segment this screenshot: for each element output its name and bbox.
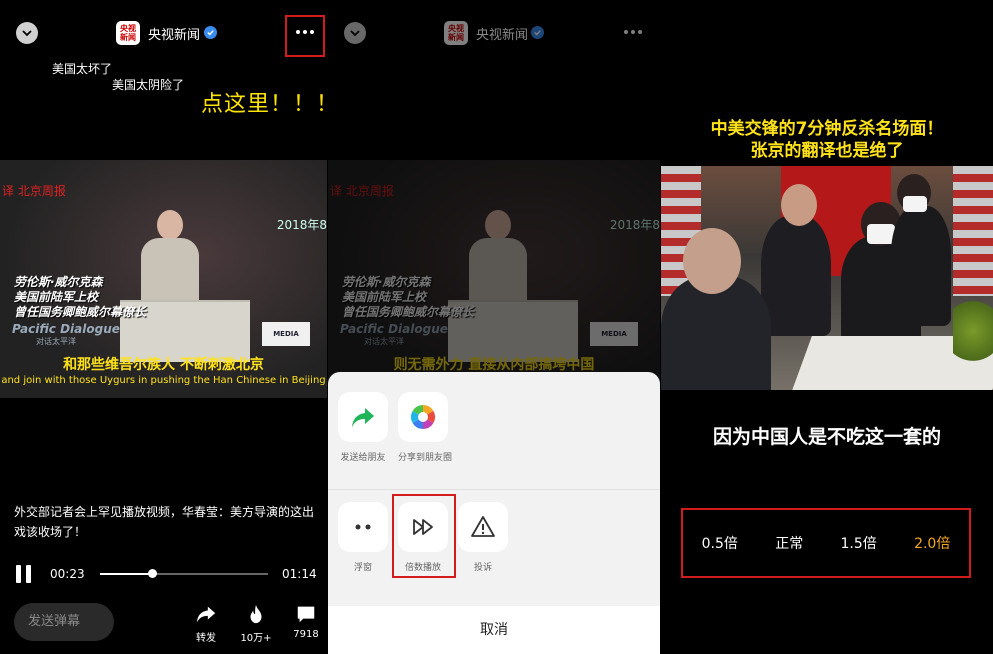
pacific-dialogue-cn: 对话太平洋 <box>364 337 404 346</box>
video-source-tag: 译 北京周报 <box>2 184 66 198</box>
like-button[interactable]: 10万+ <box>236 603 276 644</box>
person-figure <box>761 216 831 336</box>
video-subtitle: 因为中国人是不吃这一套的 <box>712 426 941 448</box>
subtitle-chinese: 则无需外力 直接从内部搞垮中国 <box>393 357 595 373</box>
channel-name[interactable]: 央视新闻 <box>148 24 200 43</box>
progress-fill <box>100 573 153 575</box>
report-label: 投诉 <box>473 563 492 573</box>
verified-badge-icon <box>531 26 544 39</box>
current-time: 00:23 <box>50 567 85 581</box>
video-date-overlay: 2018年8 <box>609 218 660 232</box>
share-to-moments-label: 分享到朋友圈 <box>398 453 453 463</box>
video-frame[interactable] <box>661 166 993 390</box>
forward-label: 转发 <box>196 633 216 644</box>
like-count: 10万+ <box>240 633 272 644</box>
cancel-button[interactable]: 取消 <box>328 606 660 654</box>
forward-button[interactable]: 转发 <box>186 603 226 644</box>
share-to-moments-button[interactable]: 分享到朋友圈 <box>398 392 453 463</box>
sheet-divider <box>328 489 660 490</box>
danmu-comment: 美国太坏了 <box>52 62 113 76</box>
chevron-down-icon <box>22 30 32 37</box>
share-green-arrow-icon <box>352 408 374 427</box>
video-title-line: 张京的翻译也是绝了 <box>750 141 904 161</box>
pause-icon <box>16 565 21 583</box>
total-time: 01:14 <box>282 567 317 581</box>
video-description: 外交部记者会上罕见播放视频，华春莹：美方导演的这出戏该收场了！ <box>14 505 315 539</box>
person-figure <box>891 206 951 326</box>
chevron-down-icon <box>350 30 360 37</box>
highlight-box-speed <box>392 494 456 578</box>
moments-icon <box>410 405 436 429</box>
report-button[interactable]: 投诉 <box>458 502 508 573</box>
progress-knob[interactable] <box>148 569 158 578</box>
video-frame[interactable]: 译 北京周报 2018年8 MEDIA Pacific Dialogue 对话太… <box>0 160 327 398</box>
media-sign: MEDIA <box>590 322 638 346</box>
send-to-friend-button[interactable]: 发送给朋友 <box>338 392 388 463</box>
share-arrow-icon <box>196 606 216 623</box>
video-frame: 译 北京周报 2018年8 MEDIA Pacific Dialogue 对话太… <box>328 160 660 398</box>
collapse-chevron-button[interactable] <box>16 22 38 44</box>
bio-caption-line: 曾任国务卿鲍威尔幕僚长 <box>14 305 147 319</box>
share-sheet-panel: 央视 新闻 央视新闻 译 北京周报 2018年8 MEDIA Pacific D… <box>328 0 660 654</box>
video-date-overlay: 2018年8 <box>276 218 327 232</box>
float-window-button[interactable]: 浮窗 <box>338 502 388 573</box>
subtitle-chinese: 和那些维吾尔族人 不断刺激北京 <box>63 357 264 373</box>
click-here-callout: 点这里！！！ <box>201 92 327 117</box>
comment-icon <box>297 606 315 623</box>
plant <box>953 286 993 376</box>
comment-count: 7918 <box>293 629 319 640</box>
channel-name[interactable]: 央视新闻 <box>476 24 528 43</box>
bio-caption-line: 曾任国务卿鲍威尔幕僚长 <box>342 305 475 319</box>
media-sign: MEDIA <box>262 322 310 346</box>
share-action-sheet: 发送给朋友 分享到朋友圈 浮窗 倍数播放 投诉 取消 <box>328 372 660 654</box>
pacific-dialogue-logo: Pacific Dialogue <box>340 322 448 336</box>
pacific-dialogue-logo: Pacific Dialogue <box>12 322 120 336</box>
flame-icon <box>250 604 262 624</box>
highlight-box-speeds <box>681 508 971 578</box>
video-source-tag: 译 北京周报 <box>330 184 394 198</box>
danmu-comment: 美国太阴险了 <box>112 78 185 92</box>
dot-icon <box>631 30 635 34</box>
channel-logo[interactable]: 央视 新闻 <box>116 21 140 45</box>
report-icon <box>471 516 495 537</box>
progress-bar[interactable] <box>100 569 268 578</box>
highlight-box-more <box>285 15 325 57</box>
pacific-dialogue-cn: 对话太平洋 <box>36 337 76 346</box>
us-flag <box>953 166 993 296</box>
float-window-label: 浮窗 <box>353 563 372 573</box>
share-row: 发送给朋友 分享到朋友圈 <box>338 392 453 463</box>
comment-button[interactable]: 7918 <box>286 603 326 640</box>
more-options-button[interactable] <box>624 30 642 34</box>
channel-logo[interactable]: 央视 新闻 <box>444 21 468 45</box>
pause-button[interactable] <box>16 565 34 583</box>
dot-icon <box>638 30 642 34</box>
float-window-icon <box>355 524 371 530</box>
dot-icon <box>624 30 628 34</box>
speed-selection-panel: 中美交锋的7分钟反杀名场面！ 张京的翻译也是绝了 因为中国人是不吃这一套的 0.… <box>661 0 993 654</box>
danmu-input[interactable]: 发送弹幕 <box>14 603 114 641</box>
video-player-panel: 央视 新闻 央视新闻 美国太坏了 美国太阴险了 点这里！！！ 译 北京周报 20… <box>0 0 327 654</box>
verified-badge-icon <box>204 26 217 39</box>
subtitle-english: and join with those Uygurs in pushing th… <box>1 375 326 386</box>
collapse-chevron-button[interactable] <box>344 22 366 44</box>
send-to-friend-label: 发送给朋友 <box>340 453 386 463</box>
